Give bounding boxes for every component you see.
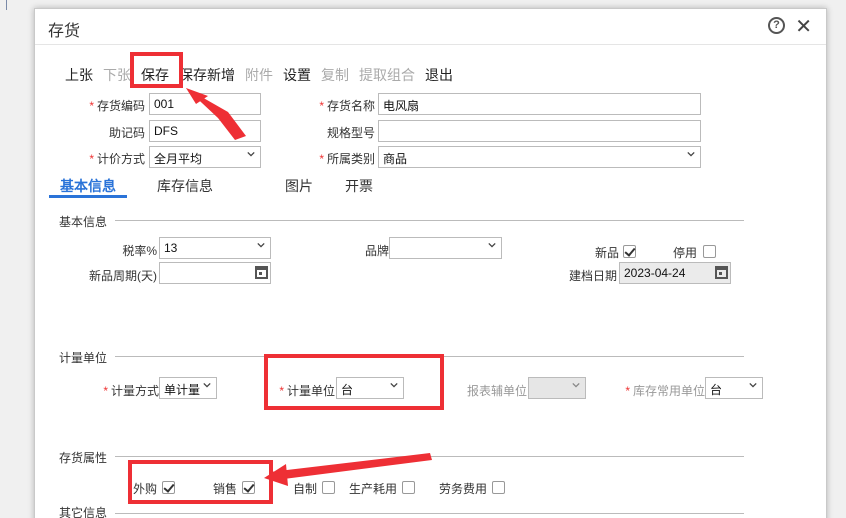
- arrow-to-attributes-head: [264, 464, 288, 486]
- arrow-to-attributes: [270, 453, 432, 480]
- annotation-arrows: [186, 88, 432, 486]
